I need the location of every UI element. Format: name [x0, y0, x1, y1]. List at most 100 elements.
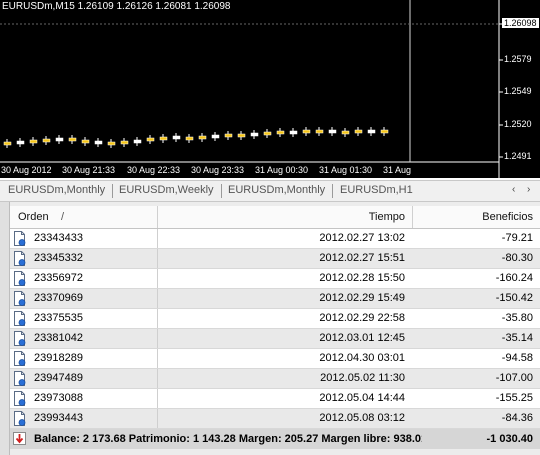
candle-body	[146, 137, 155, 142]
order-profit: -35.14	[501, 332, 533, 344]
table-row[interactable]: 23345332 2012.02.27 15:51 -80.30	[10, 249, 540, 269]
candle-body	[94, 140, 103, 145]
order-id: 23370969	[34, 292, 83, 304]
order-id: 23918289	[34, 352, 83, 364]
order-time: 2012.02.28 15:50	[319, 272, 405, 284]
document-icon	[14, 331, 26, 346]
order-time: 2012.05.08 03:12	[319, 412, 405, 424]
balance-summary: Balance: 2 173.68 Patrimonio: 1 143.28 M…	[34, 433, 422, 445]
candle-body	[198, 135, 207, 140]
time-label: 31 Aug	[383, 165, 412, 175]
table-row[interactable]: 23918289 2012.04.30 03:01 -94.58	[10, 349, 540, 369]
candle-body	[29, 139, 38, 144]
price-chart[interactable]: EURUSDm,M15 1.26109 1.26126 1.26081 1.26…	[0, 0, 540, 178]
candle-body	[3, 141, 12, 146]
candle-body	[16, 140, 25, 145]
table-row[interactable]: 23973088 2012.05.04 14:44 -155.25	[10, 389, 540, 409]
candle-body	[120, 140, 129, 145]
column-divider	[157, 389, 158, 408]
terminal-side-strip[interactable]	[0, 202, 10, 455]
scroll-left-arrow-icon[interactable]: ‹	[512, 184, 515, 195]
chart-tab-eurusdm-weekly[interactable]: EURUSDm,Weekly	[119, 184, 214, 196]
column-divider[interactable]	[412, 206, 413, 228]
order-id: 23381042	[34, 332, 83, 344]
column-divider[interactable]	[157, 206, 158, 228]
document-icon	[14, 411, 26, 426]
order-profit: -160.24	[495, 272, 533, 284]
candlestick-plot	[0, 0, 503, 178]
candle-body	[81, 139, 90, 144]
table-row[interactable]: 23381042 2012.03.01 12:45 -35.14	[10, 329, 540, 349]
chart-tab-eurusdm-monthly-2[interactable]: EURUSDm,Monthly	[228, 184, 325, 196]
table-row[interactable]: 23356972 2012.02.28 15:50 -160.24	[10, 269, 540, 289]
document-icon	[14, 271, 26, 286]
document-icon	[14, 231, 26, 246]
order-profit: -79.21	[501, 232, 533, 244]
order-id: 23343433	[34, 232, 83, 244]
order-profit: -35.80	[501, 312, 533, 324]
candle-body	[224, 133, 233, 138]
order-id: 23345332	[34, 252, 83, 264]
table-body: 23343433 2012.02.27 13:02 -79.21 23345332 20…	[10, 229, 540, 429]
document-icon	[14, 251, 26, 266]
price-label: 1.2579	[504, 54, 532, 64]
table-row[interactable]: 23343433 2012.02.27 13:02 -79.21	[10, 229, 540, 249]
candle-body	[302, 129, 311, 134]
time-label: 31 Aug 00:30	[255, 165, 309, 175]
order-time: 2012.04.30 03:01	[319, 352, 405, 364]
table-row[interactable]: 23947489 2012.05.02 11:30 -107.00	[10, 369, 540, 389]
candle-body	[276, 130, 285, 135]
tab-divider	[112, 184, 113, 198]
chart-tab-eurusdm-monthly[interactable]: EURUSDm,Monthly	[8, 184, 105, 196]
price-label-current: 1.26098	[502, 18, 539, 28]
price-label: 1.2491	[504, 151, 532, 161]
order-time: 2012.05.02 11:30	[320, 372, 405, 384]
candle-body	[133, 139, 142, 144]
table-row[interactable]: 23375535 2012.02.29 22:58 -35.80	[10, 309, 540, 329]
time-label: 31 Aug 01:30	[319, 165, 373, 175]
order-time: 2012.02.29 22:58	[319, 312, 405, 324]
chart-title: EURUSDm,M15 1.26109 1.26126 1.26081 1.26…	[2, 1, 231, 12]
balance-total-profit: -1 030.40	[486, 433, 533, 445]
time-label: 30 Aug 23:33	[191, 165, 245, 175]
document-icon	[14, 371, 26, 386]
column-header-order[interactable]: Orden	[18, 211, 49, 223]
table-header: Orden / Tiempo Beneficios	[10, 206, 540, 229]
column-header-profit[interactable]: Beneficios	[482, 211, 533, 223]
candle-body	[237, 133, 246, 138]
order-id: 23356972	[34, 272, 83, 284]
order-time: 2012.02.27 15:51	[319, 252, 405, 264]
order-profit: -80.30	[501, 252, 533, 264]
table-row[interactable]: 23370969 2012.02.29 15:49 -150.42	[10, 289, 540, 309]
chart-tab-eurusdm-h1[interactable]: EURUSDm,H1	[340, 184, 413, 196]
column-divider	[157, 309, 158, 328]
document-icon	[14, 351, 26, 366]
candle-body	[68, 137, 77, 142]
price-label: 1.2520	[504, 119, 532, 129]
candle-body	[107, 141, 116, 146]
candle-body	[328, 129, 337, 134]
order-id: 23993443	[34, 412, 83, 424]
candle-body	[289, 130, 298, 135]
candle-body	[367, 129, 376, 134]
column-divider	[157, 229, 158, 248]
order-profit: -107.00	[495, 372, 533, 384]
candle-body	[185, 136, 194, 141]
scroll-right-arrow-icon[interactable]: ›	[527, 184, 530, 195]
candle-body	[172, 135, 181, 140]
candle-body	[263, 131, 272, 136]
order-profit: -94.58	[501, 352, 533, 364]
column-divider	[157, 329, 158, 348]
tab-divider	[332, 184, 333, 198]
column-divider	[157, 349, 158, 368]
candle-body	[250, 132, 259, 137]
order-time: 2012.02.29 15:49	[319, 292, 405, 304]
column-header-time[interactable]: Tiempo	[369, 211, 405, 223]
time-label: 30 Aug 2012	[1, 165, 52, 175]
candle-body	[315, 129, 324, 134]
table-row[interactable]: 23993443 2012.05.08 03:12 -84.36	[10, 409, 540, 429]
order-time: 2012.03.01 12:45	[319, 332, 405, 344]
time-label: 30 Aug 22:33	[127, 165, 181, 175]
candle-body	[159, 136, 168, 141]
balance-row: Balance: 2 173.68 Patrimonio: 1 143.28 M…	[10, 429, 540, 449]
